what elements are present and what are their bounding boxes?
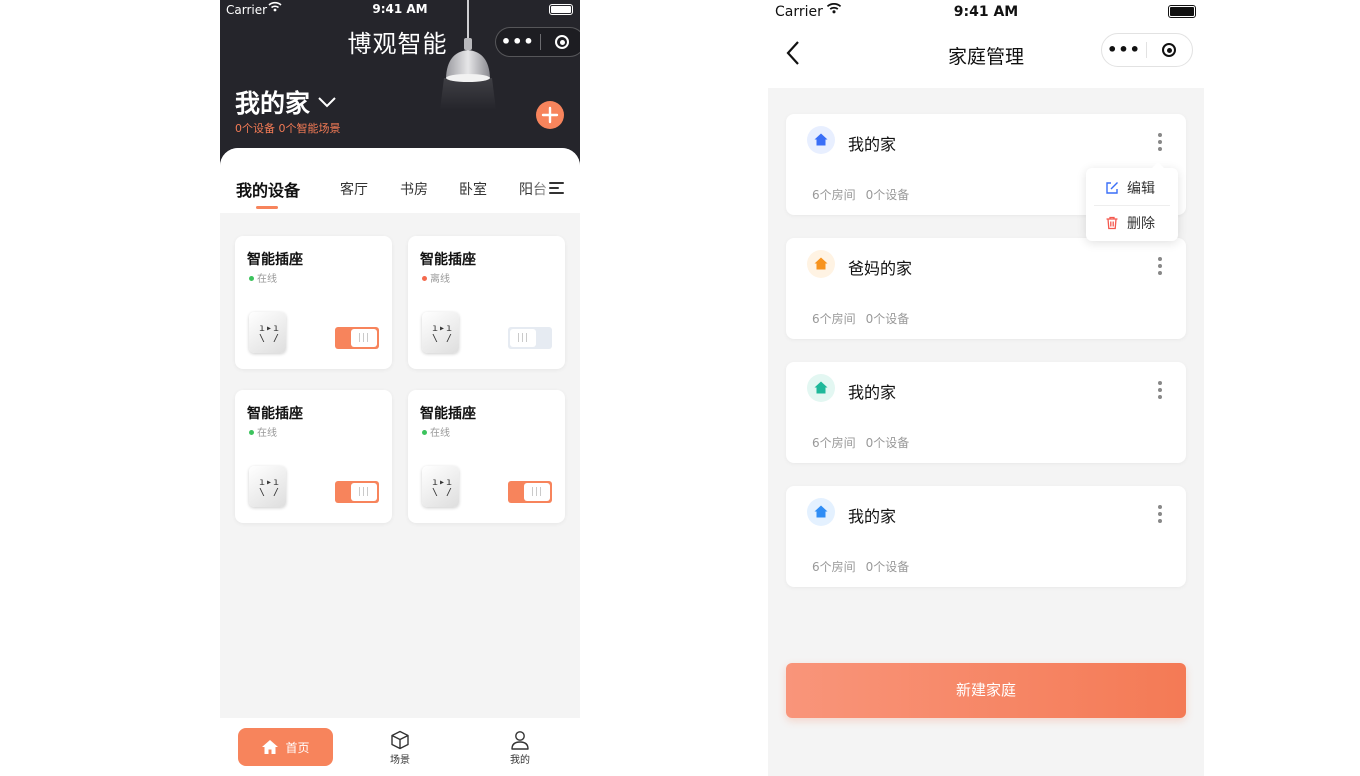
device-name: 智能插座 <box>420 252 476 268</box>
power-toggle[interactable]: ||| <box>508 481 552 503</box>
status-bar: Carrier 9:41 AM <box>768 0 1204 24</box>
miniapp-capsule: ••• <box>495 27 580 57</box>
house-icon <box>807 374 835 402</box>
home-card[interactable]: 我的家 6个房间 0个设备 <box>786 362 1186 463</box>
smart-socket-icon: ı▸ı \ / <box>249 466 286 507</box>
device-status: 在线 <box>249 270 277 285</box>
menu-icon[interactable] <box>549 182 564 197</box>
home-name: 我的家 <box>848 135 897 154</box>
edit-menu-item[interactable]: 编辑 <box>1086 170 1178 206</box>
user-icon <box>511 731 529 750</box>
chevron-down-icon <box>318 97 336 108</box>
device-count: 0个设备 <box>865 312 910 326</box>
device-card[interactable]: 智能插座 在线 ı▸ı \ / ||| <box>235 390 392 523</box>
more-vertical-icon[interactable] <box>1154 257 1166 277</box>
close-miniapp-icon[interactable] <box>1147 43 1191 57</box>
more-vertical-icon[interactable] <box>1154 505 1166 525</box>
device-name: 智能插座 <box>247 252 303 268</box>
plus-icon <box>541 106 559 124</box>
home-actions-popover: 编辑 删除 <box>1086 162 1178 241</box>
home-icon <box>262 740 279 754</box>
bottom-tab-bar: 首页 场景 我的 <box>220 718 580 776</box>
delete-menu-item[interactable]: 删除 <box>1086 205 1178 241</box>
device-status: 在线 <box>422 424 450 439</box>
more-icon[interactable]: ••• <box>496 28 540 56</box>
edit-label: 编辑 <box>1127 181 1155 197</box>
tab-bedroom[interactable]: 卧室 <box>459 179 487 199</box>
trash-icon <box>1106 216 1118 230</box>
home-summary: 0个设备 0个智能场景 <box>235 122 341 135</box>
tab-scenes[interactable]: 场景 <box>380 730 420 766</box>
device-name: 智能插座 <box>420 406 476 422</box>
tab-living-room[interactable]: 客厅 <box>340 179 368 199</box>
more-icon[interactable]: ••• <box>1102 36 1146 64</box>
house-icon <box>807 126 835 154</box>
home-name: 我的家 <box>848 507 897 526</box>
add-device-button[interactable] <box>536 101 564 129</box>
home-meta: 6个房间 0个设备 <box>812 310 919 327</box>
device-card[interactable]: 智能插座 在线 ı▸ı \ / ||| <box>408 390 565 523</box>
close-miniapp-icon[interactable] <box>540 35 580 49</box>
nav-header: Carrier 9:41 AM 家庭管理 ••• <box>768 0 1204 88</box>
device-status: 在线 <box>249 424 277 439</box>
room-count: 6个房间 <box>812 436 856 450</box>
room-count: 6个房间 <box>812 560 856 574</box>
house-icon <box>807 250 835 278</box>
status-bar: Carrier 9:41 AM <box>220 0 580 20</box>
home-switcher[interactable]: 我的家 <box>235 84 336 120</box>
delete-label: 删除 <box>1127 216 1155 232</box>
room-count: 6个房间 <box>812 312 856 326</box>
tab-scenes-label: 场景 <box>390 755 410 766</box>
more-vertical-icon[interactable] <box>1154 133 1166 153</box>
tab-profile-label: 我的 <box>510 755 530 766</box>
room-tabs: 我的设备 客厅 书房 卧室 阳台 <box>220 148 580 213</box>
status-time: 9:41 AM <box>953 4 1019 20</box>
device-status: 离线 <box>422 270 450 285</box>
device-count: 0个设备 <box>865 436 910 450</box>
smart-socket-icon: ı▸ı \ / <box>422 466 459 507</box>
cube-icon <box>391 730 409 750</box>
smart-socket-icon: ı▸ı \ / <box>249 312 286 353</box>
home-meta: 6个房间 0个设备 <box>812 558 919 575</box>
edit-icon <box>1106 182 1118 194</box>
pendant-lamp-icon <box>440 0 496 110</box>
tab-home-label: 首页 <box>285 740 310 755</box>
home-meta: 6个房间 0个设备 <box>812 434 919 451</box>
home-card[interactable]: 爸妈的家 6个房间 0个设备 <box>786 238 1186 339</box>
battery-icon <box>549 4 573 15</box>
home-screen: Carrier 9:41 AM 博观智能 ••• 我的家 0个设备 0个智能场景… <box>220 0 580 776</box>
power-toggle[interactable]: ||| <box>508 327 552 349</box>
power-toggle[interactable]: ||| <box>335 481 379 503</box>
home-name: 爸妈的家 <box>848 259 913 278</box>
smart-socket-icon: ı▸ı \ / <box>422 312 459 353</box>
miniapp-capsule: ••• <box>1101 33 1193 67</box>
home-name: 我的家 <box>235 89 311 118</box>
house-icon <box>807 498 835 526</box>
device-card[interactable]: 智能插座 在线 ı▸ı \ / ||| <box>235 236 392 369</box>
home-card[interactable]: 我的家 6个房间 0个设备 <box>786 486 1186 587</box>
device-count: 0个设备 <box>865 560 910 574</box>
family-management-screen: Carrier 9:41 AM 家庭管理 ••• 我的家 6个房间 0个设备 爸妈… <box>768 0 1204 776</box>
tab-my-devices[interactable]: 我的设备 <box>236 177 300 201</box>
power-toggle[interactable]: ||| <box>335 327 379 349</box>
home-name: 我的家 <box>848 383 897 402</box>
active-tab-indicator <box>256 206 278 209</box>
room-count: 6个房间 <box>812 188 856 202</box>
home-meta: 6个房间 0个设备 <box>812 186 919 203</box>
device-count: 0个设备 <box>865 188 910 202</box>
tab-profile[interactable]: 我的 <box>500 730 540 766</box>
device-panel: 我的设备 客厅 书房 卧室 阳台 智能插座 在线 ı▸ı\ / ||| 智能插座… <box>220 148 580 718</box>
new-home-button[interactable]: 新建家庭 <box>786 663 1186 718</box>
battery-icon <box>1168 5 1196 18</box>
device-card[interactable]: 智能插座 离线 ı▸ı \ / ||| <box>408 236 565 369</box>
tab-study[interactable]: 书房 <box>400 179 428 199</box>
more-vertical-icon[interactable] <box>1154 381 1166 401</box>
status-time: 9:41 AM <box>372 2 428 16</box>
tab-home[interactable]: 首页 <box>238 728 333 766</box>
device-name: 智能插座 <box>247 406 303 422</box>
